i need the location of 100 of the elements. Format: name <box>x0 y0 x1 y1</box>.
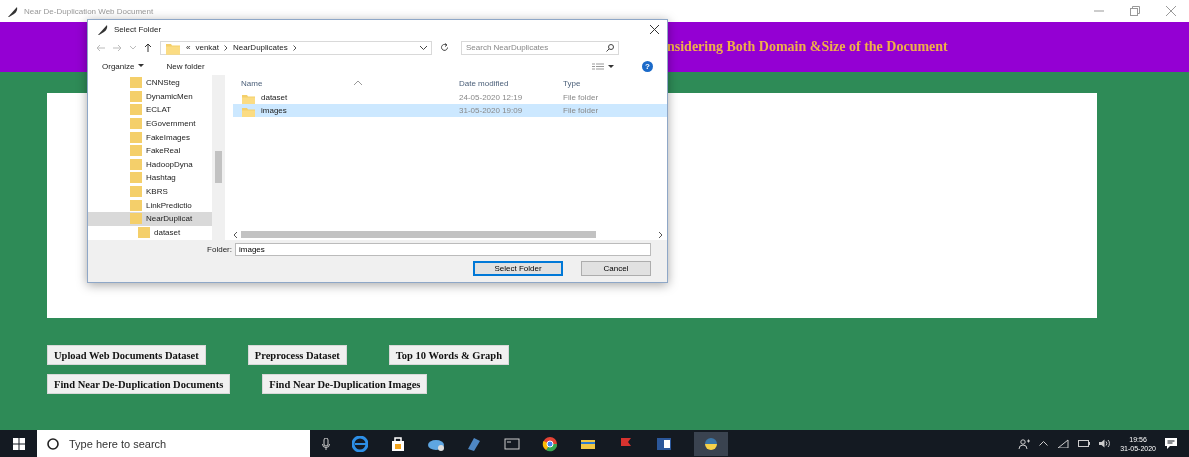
caret-icon[interactable] <box>138 64 145 68</box>
nav-item[interactable]: FakeReal <box>88 143 212 158</box>
nav-item-label: KBRS <box>146 187 168 197</box>
new-folder-button[interactable]: New folder <box>166 61 205 71</box>
address-bar[interactable]: « venkat NearDuplicates <box>160 40 432 55</box>
file-row[interactable]: images 31-05-2020 19:09 File folder <box>233 104 667 117</box>
column-header[interactable]: Type <box>563 78 581 88</box>
nav-item[interactable]: EGovernment <box>88 116 212 131</box>
nav-item[interactable]: dataset <box>88 225 212 240</box>
file-type: File folder <box>563 93 600 102</box>
person-icon[interactable] <box>1018 438 1031 449</box>
folder-icon <box>130 186 142 198</box>
help-button[interactable]: ? <box>642 60 653 72</box>
scroll-right-icon[interactable] <box>658 231 663 238</box>
folder-icon <box>130 145 142 157</box>
nav-item[interactable]: FakeImages <box>88 130 212 144</box>
chevron-icon <box>224 44 229 51</box>
folder-icon <box>130 77 142 89</box>
chevron-icon <box>292 44 297 51</box>
nav-item[interactable]: KBRS <box>88 184 212 199</box>
nav-item-label: NearDuplicat <box>146 214 193 224</box>
file-date: 31-05-2020 19:09 <box>459 106 524 115</box>
nav-item-label: CNNSteg <box>146 78 180 88</box>
action-button[interactable]: Preprocess Dataset <box>247 345 347 365</box>
nav-item[interactable]: NearDuplicat <box>88 211 212 226</box>
nav-item-label: Hashtag <box>146 173 176 183</box>
windows-start-icon[interactable] <box>12 437 25 450</box>
action-button[interactable]: Upload Web Documents Dataset <box>47 345 206 365</box>
nav-item-label: LinkPredictio <box>146 200 192 210</box>
nav-item-label: DynamicMen <box>146 91 193 101</box>
column-header[interactable]: Date modified <box>459 78 509 88</box>
column-header[interactable]: Name <box>241 78 263 88</box>
breadcrumb-item[interactable]: NearDuplicates <box>233 43 288 52</box>
folder-icon <box>130 213 142 225</box>
search-field[interactable]: Search NearDuplicates <box>461 40 619 55</box>
dropdown-icon[interactable] <box>420 45 427 50</box>
nav-item[interactable]: Hashtag <box>88 171 212 185</box>
folder-field[interactable]: images <box>235 243 651 256</box>
terminal-icon[interactable] <box>504 435 520 452</box>
taskbar-search-field[interactable]: Type here to search <box>37 430 310 457</box>
nav-item-label: ECLAT <box>146 105 172 115</box>
scroll-left-icon[interactable] <box>233 231 238 238</box>
microphone-icon[interactable] <box>322 437 330 450</box>
folder-icon <box>130 131 142 143</box>
sort-caret-icon <box>354 81 363 85</box>
notifications-icon[interactable] <box>1165 438 1177 449</box>
network-icon[interactable] <box>1057 439 1070 448</box>
scroll-thumb[interactable] <box>241 231 596 238</box>
folder-icon <box>130 172 142 184</box>
window-title: Near De-Duplication Web Document <box>24 6 154 16</box>
folder-icon <box>138 226 150 238</box>
banner-title: nsidering Both Domain &Size of the Document <box>667 39 948 55</box>
folder-icon <box>130 90 142 102</box>
active-app-tab[interactable] <box>694 431 728 456</box>
breadcrumb-item: « <box>186 43 191 52</box>
nav-item[interactable]: LinkPredictio <box>88 198 212 212</box>
file-name: images <box>261 106 287 115</box>
folder-icon <box>130 158 142 170</box>
search-circle-icon <box>47 437 59 450</box>
nav-item[interactable]: ECLAT <box>88 103 212 117</box>
folder-icon <box>130 118 142 130</box>
file-type: File folder <box>563 106 600 115</box>
search-icon <box>606 43 614 52</box>
close-icon[interactable] <box>650 24 659 34</box>
view-options-icon[interactable] <box>592 62 614 70</box>
nav-item[interactable]: DynamicMen <box>88 89 212 104</box>
breadcrumb-item[interactable]: venkat <box>195 43 220 52</box>
scrollbar[interactable] <box>212 75 225 240</box>
nav-item-label: FakeImages <box>146 132 191 142</box>
chrome-icon[interactable] <box>542 435 558 452</box>
nav-item-label: dataset <box>154 227 181 237</box>
nav-item-label: FakeReal <box>146 146 181 156</box>
select-folder-button[interactable]: Select Folder <box>473 261 563 276</box>
nav-item[interactable]: HadoopDyna <box>88 157 212 172</box>
restore-icon[interactable] <box>1130 6 1140 16</box>
caret-up-icon[interactable] <box>1039 441 1049 446</box>
cancel-button[interactable]: Cancel <box>581 261 651 276</box>
action-button[interactable]: Find Near De-Duplication Documents <box>47 374 231 394</box>
nav-item-label: EGovernment <box>146 119 196 129</box>
action-button[interactable]: Top 10 Words & Graph <box>388 345 510 365</box>
search-placeholder: Search NearDuplicates <box>466 43 549 52</box>
action-button[interactable]: Find Near De-Duplication Images <box>262 374 428 394</box>
folder-icon <box>130 104 142 116</box>
word-document-icon[interactable] <box>656 435 672 452</box>
scroll-thumb[interactable] <box>215 151 222 183</box>
file-name: dataset <box>261 93 288 102</box>
search-placeholder: Type here to search <box>69 437 167 450</box>
file-date: 24-05-2020 12:19 <box>459 93 524 102</box>
battery-icon[interactable] <box>1078 440 1091 447</box>
shopping-bag-icon[interactable] <box>390 435 406 452</box>
python-icon <box>704 436 718 451</box>
nav-item-label: HadoopDyna <box>146 159 193 169</box>
nav-item[interactable]: CNNSteg <box>88 76 212 90</box>
dialog-title: Select Folder <box>114 24 162 34</box>
organize-menu[interactable]: Organize <box>102 61 135 71</box>
folder-label: Folder: <box>207 245 232 254</box>
up-arrow-icon[interactable] <box>144 43 152 52</box>
speaker-icon[interactable] <box>1099 439 1112 448</box>
refresh-icon[interactable] <box>440 43 449 52</box>
browser-e-icon[interactable] <box>352 435 368 452</box>
